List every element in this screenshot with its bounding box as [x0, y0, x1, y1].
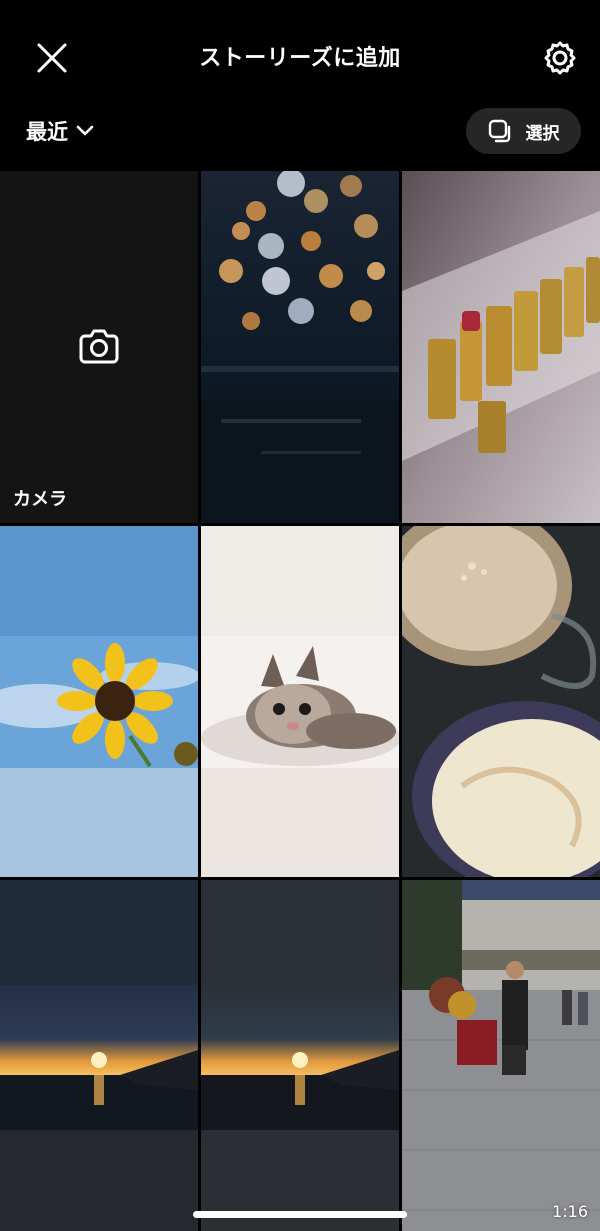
- sunset-image: [0, 880, 198, 1231]
- coffee-image: [402, 526, 600, 877]
- chevron-down-icon: [76, 125, 94, 136]
- photo-thumbnail[interactable]: [201, 526, 399, 877]
- sunset-image: [201, 880, 399, 1231]
- camera-icon: [79, 329, 119, 364]
- media-grid: カメラ 1:16: [0, 171, 600, 1231]
- camera-label: カメラ: [13, 489, 67, 510]
- album-dropdown[interactable]: 最近: [26, 116, 94, 146]
- home-indicator[interactable]: [193, 1211, 407, 1218]
- select-button[interactable]: 選択: [466, 108, 581, 154]
- sunflower-image: [0, 526, 198, 877]
- bokeh-night-image: [201, 171, 399, 523]
- settings-button[interactable]: [538, 36, 582, 80]
- video-thumbnail[interactable]: 1:16: [402, 880, 600, 1231]
- photo-thumbnail[interactable]: [0, 880, 198, 1231]
- gear-icon: [544, 41, 576, 75]
- lipsticks-image: [402, 171, 600, 523]
- page-title: ストーリーズに追加: [199, 46, 401, 71]
- photo-thumbnail[interactable]: [201, 171, 399, 523]
- street-performer-image: [402, 880, 600, 1231]
- select-label: 選択: [525, 123, 560, 144]
- photo-thumbnail[interactable]: [402, 526, 600, 877]
- kitten-image: [201, 526, 399, 877]
- photo-thumbnail[interactable]: [201, 880, 399, 1231]
- album-label: 最近: [26, 120, 68, 144]
- multi-select-icon: [488, 119, 510, 143]
- video-duration: 1:16: [552, 1202, 588, 1221]
- photo-thumbnail[interactable]: [402, 171, 600, 523]
- photo-thumbnail[interactable]: [0, 526, 198, 877]
- camera-tile[interactable]: カメラ: [0, 171, 198, 523]
- filter-bar: 最近 選択: [0, 104, 600, 164]
- top-bar: ストーリーズに追加: [0, 0, 600, 112]
